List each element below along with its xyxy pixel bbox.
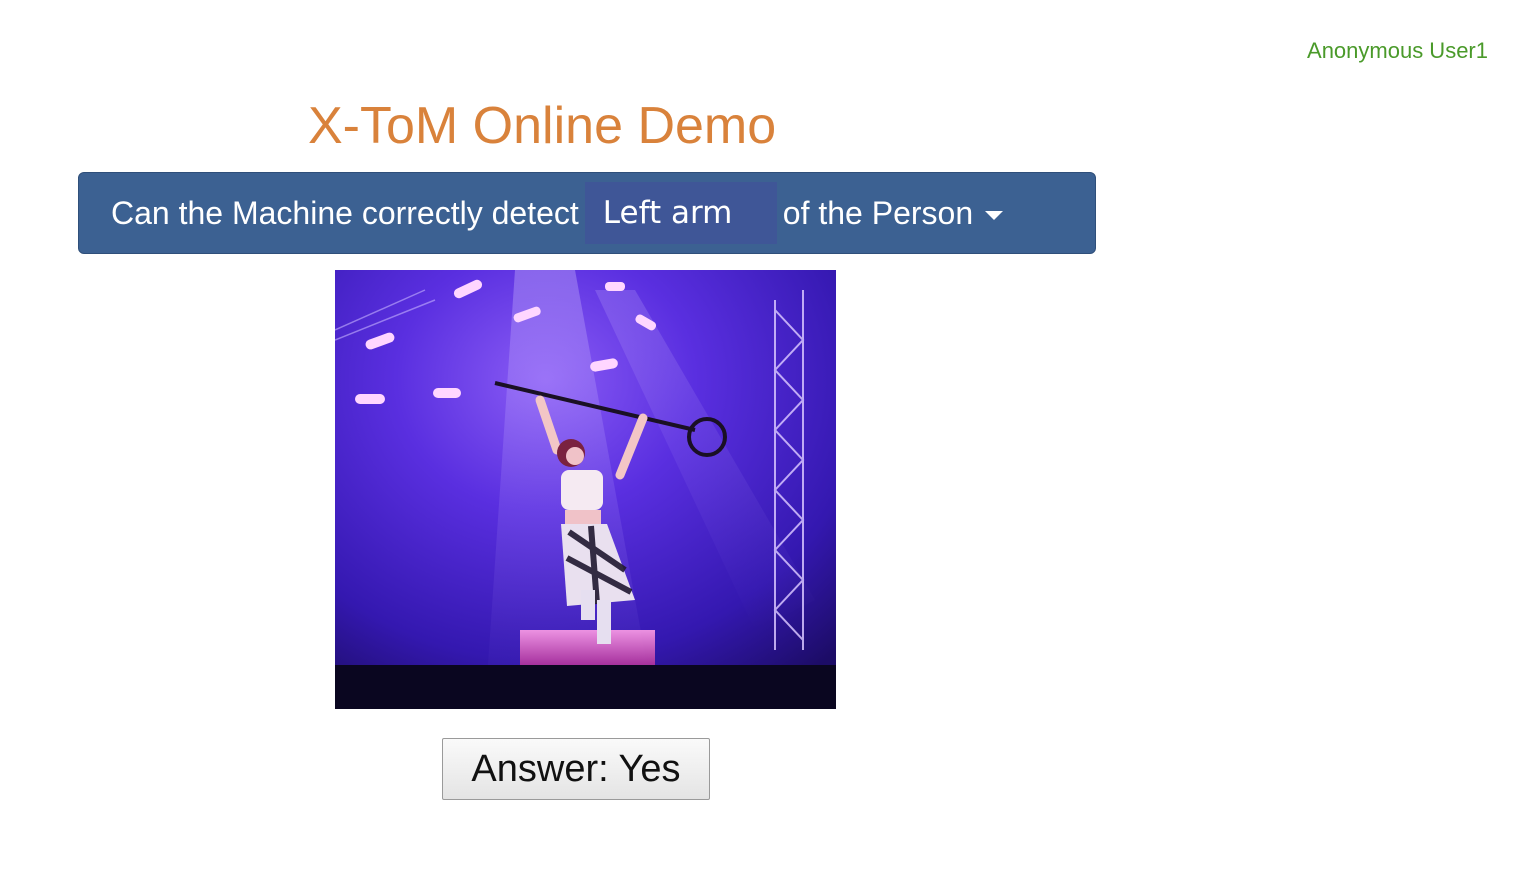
caret-down-icon[interactable] [985, 210, 1004, 220]
scene-image [335, 270, 836, 709]
question-prefix: Can the Machine correctly detect [111, 194, 579, 231]
question-suffix: of the Person [782, 194, 974, 231]
user-name[interactable]: Anonymous User1 [1307, 38, 1488, 64]
page: Anonymous User1 X-ToM Online Demo Can th… [0, 0, 1536, 886]
body-part-select[interactable]: Left arm [584, 182, 777, 244]
answer-button[interactable]: Answer: Yes [442, 738, 710, 800]
page-title: X-ToM Online Demo [308, 97, 777, 155]
question-dropdown[interactable]: Can the Machine correctly detect Left ar… [78, 172, 1096, 254]
concert-photo [335, 270, 836, 709]
